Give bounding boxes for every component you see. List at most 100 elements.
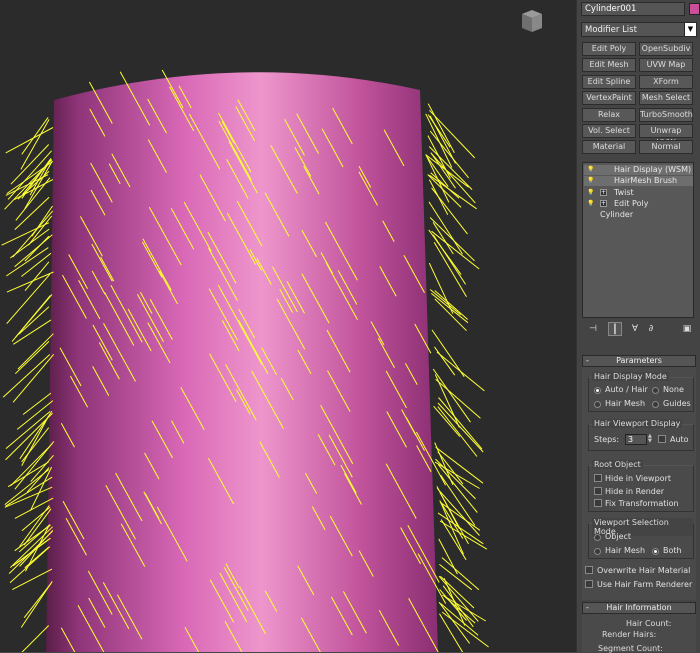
object-name-field[interactable]: Cylinder001 <box>581 2 685 16</box>
hair-strand <box>13 319 52 345</box>
hair-strand <box>437 406 478 457</box>
hide-in-render-checkbox[interactable] <box>594 487 602 495</box>
hair-strand <box>21 506 51 532</box>
both-label: Both <box>663 546 682 555</box>
spinner-arrows-icon[interactable]: ▲ ▼ <box>648 434 654 445</box>
hair-information-rollout-header[interactable]: - Hair Information <box>582 602 696 614</box>
hair-strand <box>24 261 50 292</box>
root-object-group: Root Object Hide in Viewport Hide in Ren… <box>588 460 694 512</box>
modifier-button-uvw-map[interactable]: UVW Map <box>639 58 693 73</box>
modifier-button-material[interactable]: Material <box>582 140 636 155</box>
viewport-selection-mode-group: Viewport Selection Mode Object Hair Mesh… <box>588 518 694 559</box>
hair-strand <box>438 397 483 450</box>
hide-in-render-label: Hide in Render <box>605 487 665 496</box>
pin-stack-icon[interactable]: ⊣ <box>586 322 600 336</box>
stack-item-cylinder[interactable]: Cylinder <box>584 210 693 220</box>
modifier-button-opensubdiv[interactable]: OpenSubdiv <box>639 42 693 56</box>
radio-auto-hair[interactable] <box>594 387 601 394</box>
hair-strand <box>14 341 50 375</box>
stack-item-label: Edit Poly <box>614 198 649 208</box>
viewport-canvas <box>1 69 489 652</box>
modifier-button-xform[interactable]: XForm <box>639 74 693 89</box>
stack-item-hairmesh-brush[interactable]: 💡 HairMesh Brush <box>584 176 693 187</box>
bulb-icon[interactable]: 💡 <box>587 166 594 174</box>
hair-strand <box>22 392 52 415</box>
hair-strand <box>432 234 467 285</box>
modifier-button-mesh-select[interactable]: Mesh Select <box>639 91 693 106</box>
stack-item-twist[interactable]: 💡 + Twist <box>584 188 693 198</box>
hair-strand <box>12 568 53 591</box>
overwrite-hair-material-checkbox[interactable] <box>585 566 593 574</box>
hair-information-title: Hair Information <box>606 603 672 612</box>
hair-strand <box>439 589 467 621</box>
hair-strand <box>6 271 54 293</box>
parameters-title: Parameters <box>616 356 662 365</box>
hair-strand <box>20 119 50 170</box>
hair-strand <box>21 427 50 463</box>
bulb-icon[interactable]: 💡 <box>587 177 594 185</box>
object-color-swatch[interactable] <box>689 3 700 15</box>
modifier-list-dropdown[interactable]: Modifier List ▼ <box>581 22 697 37</box>
hair-strand <box>5 127 54 154</box>
auto-hair-label: Auto / Hair <box>605 385 648 394</box>
hair-strand <box>438 538 458 575</box>
perspective-viewport[interactable] <box>0 0 576 652</box>
hair-viewport-display-title: Hair Viewport Display <box>592 419 683 428</box>
radio-selection-hair-mesh[interactable] <box>594 548 601 555</box>
steps-spinner-field[interactable]: 3 <box>625 434 647 445</box>
show-end-result-icon[interactable]: ┃ <box>608 322 622 336</box>
remove-modifier-icon[interactable]: ∂ <box>644 322 658 336</box>
render-hairs-label: Render Hairs: <box>602 630 657 639</box>
hide-in-viewport-checkbox[interactable] <box>594 474 602 482</box>
hair-strand <box>6 273 51 325</box>
modifier-button-vertexpaint[interactable]: VertexPaint <box>582 91 636 106</box>
radio-none[interactable] <box>652 387 659 394</box>
modifier-button-unwrap-uvw[interactable]: Unwrap UVW <box>639 124 693 147</box>
fix-transformation-checkbox[interactable] <box>594 499 602 507</box>
hair-strand <box>439 564 473 591</box>
parameters-rollout-header[interactable]: - Parameters <box>582 355 696 367</box>
hair-strand <box>440 501 464 539</box>
modifier-button-edit-spline[interactable]: Edit Spline <box>582 74 636 89</box>
auto-checkbox[interactable] <box>658 435 666 443</box>
hair-strand <box>429 130 469 179</box>
modifier-stack[interactable]: 💡 Hair Display (WSM) 💡 HairMesh Brush 💡 + Twis… <box>582 162 694 318</box>
make-unique-icon[interactable]: ∀ <box>628 322 642 336</box>
bulb-icon[interactable]: 💡 <box>587 200 594 208</box>
modifier-button-edit-poly[interactable]: Edit Poly <box>582 42 636 56</box>
hair-strand <box>19 410 53 460</box>
expand-plus-icon[interactable]: + <box>600 188 607 196</box>
configure-modifier-sets-icon[interactable]: ▣ <box>680 322 694 336</box>
radio-both[interactable] <box>652 548 659 555</box>
cylinder-mesh <box>46 72 438 652</box>
expand-plus-icon[interactable]: + <box>600 199 607 207</box>
hair-strand <box>428 262 454 314</box>
viewcube-icon[interactable] <box>516 8 544 34</box>
hair-strand <box>12 210 54 258</box>
hair-strand <box>427 174 462 208</box>
hair-display-mode-title: Hair Display Mode <box>592 372 669 381</box>
chevron-down-icon[interactable]: ▼ <box>684 23 696 36</box>
hair-strand <box>430 293 469 324</box>
stack-item-label: Twist <box>614 187 634 197</box>
modifier-button-turbosmooth[interactable]: TurboSmooth <box>639 107 693 122</box>
collapse-icon: - <box>586 356 589 365</box>
bulb-icon[interactable]: 💡 <box>587 189 594 197</box>
modifier-button-vol-select[interactable]: Vol. Select <box>582 124 636 138</box>
modifier-button-normal[interactable]: Normal <box>639 140 693 155</box>
radio-object[interactable] <box>594 534 601 541</box>
command-panel: Cylinder001 Modifier List ▼ Edit Poly Ope… <box>576 0 700 653</box>
stack-item-edit-poly[interactable]: 💡 + Edit Poly <box>584 199 693 209</box>
use-hair-farm-renderer-checkbox[interactable] <box>585 580 593 588</box>
hair-mesh-label: Hair Mesh <box>605 399 646 408</box>
modifier-button-edit-mesh[interactable]: Edit Mesh <box>582 58 636 73</box>
hair-information-rollout: - Hair Information Hair Count: Render Ha… <box>582 602 696 653</box>
root-object-title: Root Object <box>592 460 643 469</box>
hair-strand <box>18 306 50 335</box>
radio-hair-mesh[interactable] <box>594 401 601 408</box>
stack-item-hair-display-wsm-[interactable]: 💡 Hair Display (WSM) <box>584 165 693 175</box>
fix-transformation-label: Fix Transformation <box>605 499 679 508</box>
hair-strand <box>17 333 54 370</box>
modifier-button-relax[interactable]: Relax <box>582 107 636 122</box>
radio-guides[interactable] <box>652 401 659 408</box>
